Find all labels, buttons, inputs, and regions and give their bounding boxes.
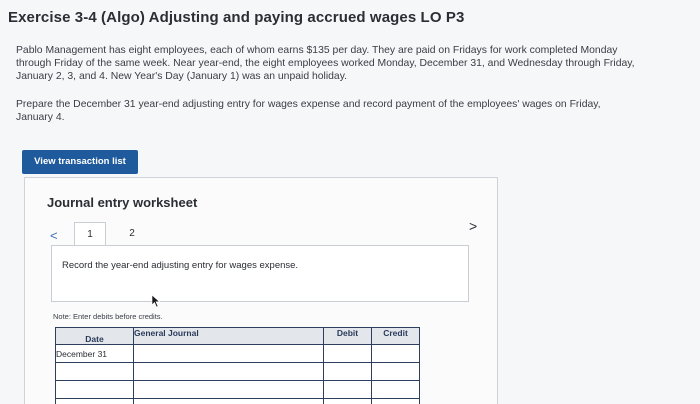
header-debit: Debit — [323, 327, 372, 345]
table-row — [55, 362, 420, 381]
credit-cell[interactable] — [371, 344, 420, 363]
table-row — [55, 380, 420, 399]
table-header-row: Date General Journal Debit Credit — [55, 327, 420, 345]
account-cell[interactable] — [133, 362, 324, 381]
table-row: December 31 — [55, 344, 420, 363]
tab-1[interactable]: 1 — [74, 222, 106, 246]
chevron-left-icon[interactable]: < — [50, 228, 58, 243]
problem-requirement: Prepare the December 31 year-end adjusti… — [16, 98, 696, 124]
note-text: Note: Enter debits before credits. — [53, 312, 163, 321]
debit-cell[interactable] — [323, 398, 372, 404]
header-general-journal: General Journal — [133, 327, 324, 345]
requirement-line-2: January 4. — [16, 112, 65, 123]
table-row — [55, 398, 420, 404]
date-cell[interactable]: December 31 — [55, 344, 134, 363]
date-cell[interactable] — [55, 398, 134, 404]
credit-cell[interactable] — [371, 362, 420, 381]
exercise-title: Exercise 3-4 (Algo) Adjusting and paying… — [8, 9, 465, 26]
description-line-3: January 2, 3, and 4. New Year's Day (Jan… — [16, 71, 348, 82]
tab-2[interactable]: 2 — [120, 222, 144, 246]
date-cell[interactable] — [55, 362, 134, 381]
instruction-text: Record the year-end adjusting entry for … — [62, 260, 299, 271]
account-cell[interactable] — [133, 344, 324, 363]
description-line-1: Pablo Management has eight employees, ea… — [16, 45, 618, 56]
credit-cell[interactable] — [371, 380, 420, 399]
instruction-box: Record the year-end adjusting entry for … — [51, 245, 469, 302]
mouse-pointer-icon — [151, 294, 161, 308]
exercise-page: Exercise 3-4 (Algo) Adjusting and paying… — [0, 0, 700, 404]
journal-table: Date General Journal Debit Credit Decemb… — [55, 327, 420, 404]
debit-cell[interactable] — [323, 362, 372, 381]
account-cell[interactable] — [133, 380, 324, 399]
chevron-right-icon[interactable]: > — [469, 218, 477, 234]
date-cell[interactable] — [55, 380, 134, 399]
account-cell[interactable] — [133, 398, 324, 404]
debit-cell[interactable] — [323, 380, 372, 399]
header-date: Date — [55, 327, 134, 345]
description-line-2: through Friday of the same week. Near ye… — [16, 58, 635, 69]
debit-cell[interactable] — [323, 344, 372, 363]
problem-description: Pablo Management has eight employees, ea… — [16, 44, 696, 83]
requirement-line-1: Prepare the December 31 year-end adjusti… — [16, 99, 601, 110]
header-credit: Credit — [371, 327, 420, 345]
worksheet-title: Journal entry worksheet — [47, 195, 198, 210]
journal-entry-worksheet: Journal entry worksheet < 1 2 Record the… — [24, 177, 498, 404]
credit-cell[interactable] — [371, 398, 420, 404]
view-transaction-list-button[interactable]: View transaction list — [22, 150, 138, 174]
